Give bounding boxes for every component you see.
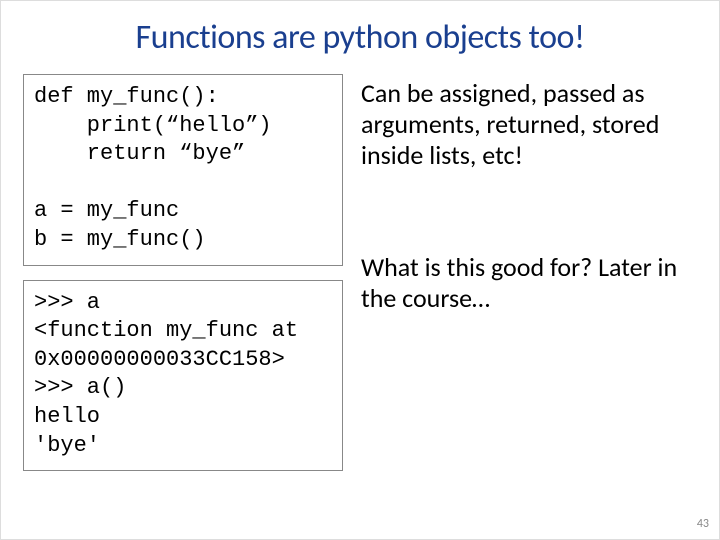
right-column: Can be assigned, passed as arguments, re… <box>361 74 697 471</box>
page-number: 43 <box>697 517 709 531</box>
left-column: def my_func(): print(“hello”) return “by… <box>23 74 343 471</box>
explanation-paragraph-1: Can be assigned, passed as arguments, re… <box>361 78 697 172</box>
explanation-paragraph-2: What is this good for? Later in the cour… <box>361 252 697 314</box>
code-block-repl: >>> a <function my_func at 0x00000000033… <box>23 280 343 472</box>
code-block-definition: def my_func(): print(“hello”) return “by… <box>23 74 343 266</box>
slide-title: Functions are python objects too! <box>23 17 697 58</box>
content-area: def my_func(): print(“hello”) return “by… <box>23 74 697 471</box>
slide: Functions are python objects too! def my… <box>0 0 720 540</box>
